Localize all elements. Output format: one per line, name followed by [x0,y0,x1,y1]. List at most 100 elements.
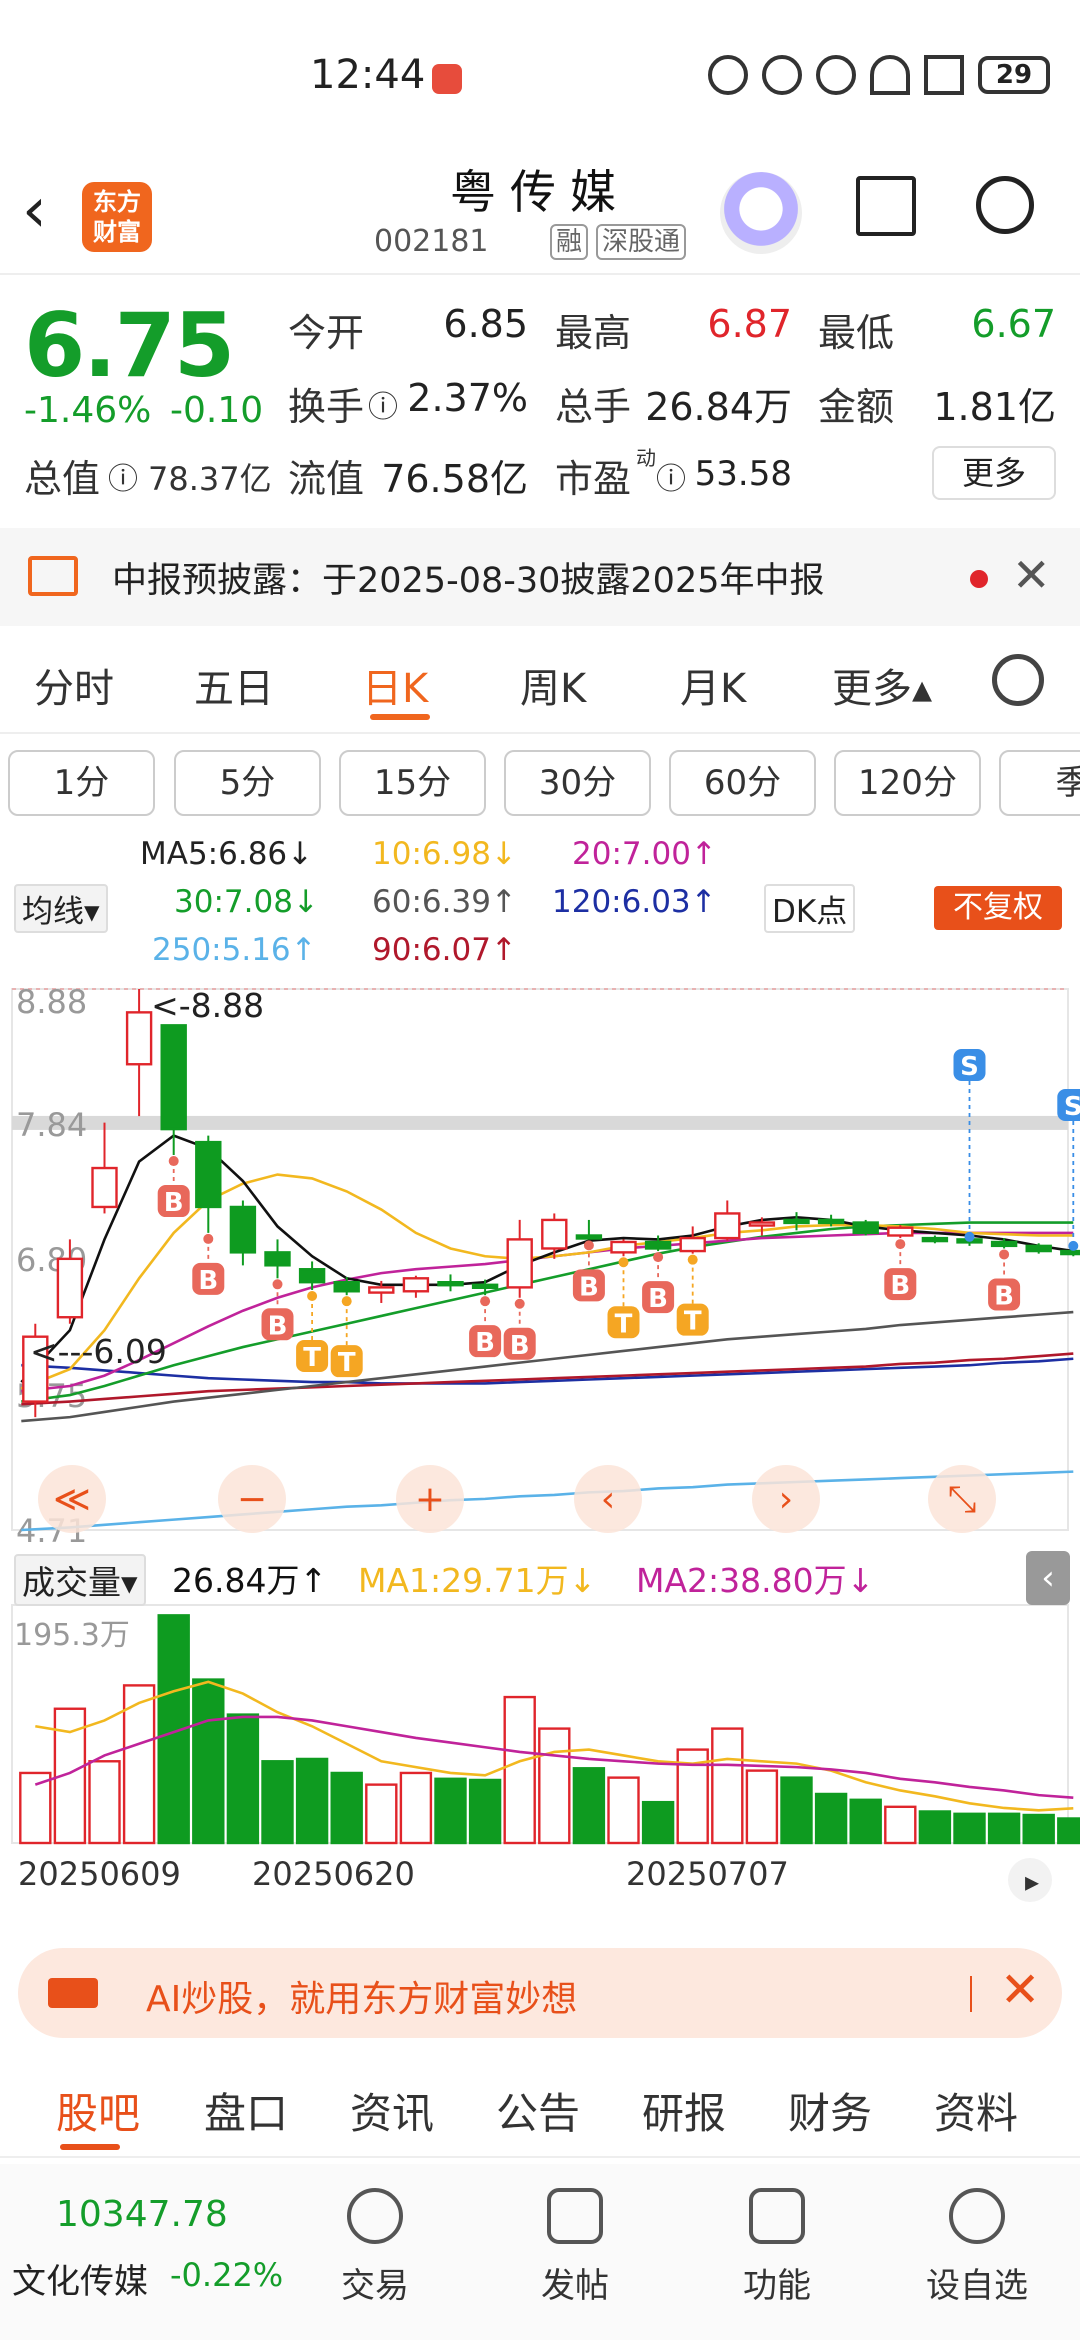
volume-bar [849,1798,882,1845]
more-button[interactable]: 更多 [932,446,1056,500]
connect-tag[interactable]: 深股通 [596,224,687,260]
x-axis-label: 20250707 [626,1855,789,1893]
ai-banner[interactable]: AI炒股，就用东方财富妙想 ✕ [18,1948,1062,2038]
add-watchlist-button[interactable]: 设自选 [912,2188,1042,2307]
candle-body [748,1221,776,1227]
assistant-robot-icon[interactable] [720,172,802,254]
period-15min[interactable]: 15分 [339,750,486,816]
period-30min[interactable]: 30分 [504,750,651,816]
edit-icon [547,2188,603,2244]
functions-button[interactable]: 功能 [712,2188,842,2307]
speaker-icon [28,556,78,596]
volume-bar [434,1777,467,1845]
pe-dynamic-mark: 动 [636,446,656,470]
x-axis-label: 20250609 [18,1855,181,1893]
active-tab-indicator [60,2144,120,2150]
grid-icon [749,2188,805,2244]
tab-announcements[interactable]: 公告 [496,2080,580,2141]
close-icon[interactable]: ✕ [1012,548,1051,602]
mute-icon [816,55,856,95]
active-tab-indicator [370,714,430,720]
share-icon[interactable] [856,176,916,236]
total-value-label: 总值 [24,457,101,501]
chart-control-icon: ≪ [53,1479,91,1520]
post-button[interactable]: 发帖 [510,2188,640,2307]
chart-control-icon: ⤡ [948,1479,977,1520]
close-icon[interactable]: ✕ [1000,1962,1040,2018]
ma250-value: 250:5.16↑ [152,932,317,968]
volume-label: 总手 [555,385,632,429]
notification-badge-icon [432,64,462,94]
tab-research[interactable]: 研报 [642,2080,726,2141]
candle-body [471,1283,499,1289]
tab-weekly-k[interactable]: 周K [520,656,586,714]
signal-dot [307,1290,318,1301]
candle-body [852,1221,879,1235]
candle-body [56,1257,84,1319]
volume-selector[interactable]: 成交量▾ [14,1554,146,1606]
volume-bar [192,1678,225,1845]
tab-monthly-k[interactable]: 月K [680,656,746,714]
tab-more[interactable]: 更多▴ [832,656,932,714]
candle-body [160,1024,187,1131]
period-60min[interactable]: 60分 [669,750,816,816]
period-1min[interactable]: 1分 [8,750,155,816]
tab-news[interactable]: 资讯 [350,2080,434,2141]
tab-orderbook[interactable]: 盘口 [204,2080,288,2141]
candle-body [817,1218,845,1225]
signal-label: B [164,1188,184,1218]
info-icon[interactable]: ⓘ [656,454,686,498]
volume-bar [918,1810,952,1845]
candle-body [402,1277,430,1293]
kline-chart[interactable]: 8.88 7.84 6.80 5.75 4.71 <-8.88 <---6.09 B B B T T B… [0,975,1080,1925]
candle-body [714,1212,741,1240]
chart-control-icon: + [415,1479,445,1520]
search-icon[interactable] [976,176,1034,234]
signal-icon [924,55,964,95]
volume-bar [295,1757,329,1845]
tab-finance[interactable]: 财务 [788,2080,872,2141]
volume-bar [330,1771,363,1845]
notice-text[interactable]: 中报预披露：于2025-08-30披露2025年中报 [112,552,824,603]
tab-profile[interactable]: 资料 [934,2080,1018,2141]
stock-code: 002181 [374,224,489,259]
info-icon[interactable]: ⓘ [368,382,398,426]
signal-label: B [648,1284,668,1314]
dk-point-selector[interactable]: DK点 [764,884,856,933]
volume-bar [572,1767,606,1845]
ma-selector[interactable]: 均线▾ [14,884,108,933]
post-label: 发帖 [541,2266,609,2306]
signal-dot [514,1298,525,1309]
tab-five-day[interactable]: 五日 [194,656,274,714]
candle-body [125,1011,153,1066]
signal-label: B [890,1271,910,1301]
candle-body [229,1205,257,1254]
period-quarter[interactable]: 季 [999,750,1080,816]
notice-bar[interactable]: 中报预披露：于2025-08-30披露2025年中报 ✕ [0,528,1080,626]
x-axis-label: 20250620 [252,1855,415,1893]
sector-index-name[interactable]: 文化传媒 [12,2254,148,2303]
signal-label: S [960,1052,979,1082]
trade-button[interactable]: 交易 [310,2188,440,2307]
candle-body [437,1281,464,1287]
info-icon[interactable]: ⓘ [108,454,138,498]
tab-timeshare[interactable]: 分时 [34,656,114,714]
signal-label: B [475,1328,495,1358]
kline-svg[interactable]: 8.887.846.805.754.71<-8.88<---6.09BBBT TB… [0,975,1080,1925]
tab-daily-k[interactable]: 日K [362,656,428,714]
ai-banner-text[interactable]: AI炒股，就用东方财富妙想 [146,1970,577,2022]
volume-bar [953,1812,986,1845]
candle-body [91,1166,118,1209]
amount-label: 金额 [818,385,895,429]
margin-tag: 融 [550,224,589,260]
ma5-value: MA5:6.86↓ [140,836,314,872]
tab-forum[interactable]: 股吧 [56,2080,140,2141]
candle-body [298,1268,326,1284]
sector-index-value[interactable]: 10347.78 [56,2194,228,2235]
gear-icon[interactable] [992,654,1044,706]
volume-bar [884,1805,917,1845]
period-120min[interactable]: 120分 [834,750,981,816]
period-5min[interactable]: 5分 [174,750,321,816]
volume-bar [399,1771,433,1845]
adjust-button[interactable]: 不复权 [934,886,1062,930]
